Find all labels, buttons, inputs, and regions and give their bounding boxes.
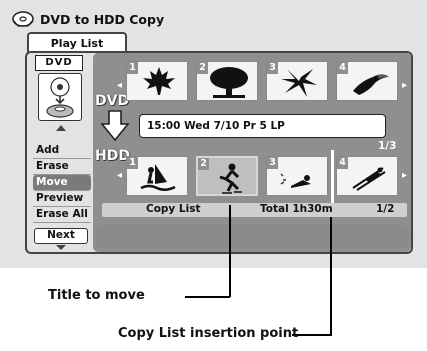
title-info-box: 15:00 Wed 7/10 Pr 5 LP [139,114,386,138]
callout-title-to-move: Title to move [48,288,145,303]
help-bar [96,225,409,248]
copy-list-bar: Copy List Total 1h30m 1/2 [102,203,407,217]
next-button[interactable]: Next [34,228,88,244]
hdd-title-thumb[interactable]: 3 [266,156,328,196]
hdd-title-thumb[interactable]: 1 [126,156,188,196]
copy-list-label: Copy List [146,203,201,215]
scroll-up-icon[interactable] [56,125,66,131]
lily-flower-icon [281,69,317,97]
callout-line-title [229,205,231,297]
menu-item-add[interactable]: Add [33,143,91,159]
swimmer-icon [280,173,311,188]
screen-title-text: DVD to HDD Copy [40,11,165,27]
skater-icon [219,163,242,194]
menu-item-preview[interactable]: Preview [33,191,91,207]
screen-title: DVD to HDD Copy [12,6,164,32]
dvd-to-hdd-icon [38,73,82,121]
operation-menu: Add Erase Move Preview Erase All [33,143,91,223]
menu-item-erase[interactable]: Erase [33,159,91,175]
dvd-badge: DVD [35,55,83,71]
maple-leaf-icon [143,67,175,95]
dvd-thumbnail-strip: 1 2 3 4 [118,61,404,103]
hdd-page-indicator: 1/2 [376,203,395,215]
callout-line-title-h [185,296,230,298]
callout-insertion-point: Copy List insertion point [118,326,299,341]
ski-jumper-icon [352,167,386,191]
dvd-page-indicator: 1/3 [378,140,397,152]
copy-down-arrow-icon [100,110,130,142]
menu-item-move[interactable]: Move [33,175,91,191]
windsurfer-icon [140,164,176,191]
dvd-title-thumb[interactable]: 3 [266,61,328,101]
scroll-down-icon[interactable] [56,245,66,250]
disc-drive-icon [12,11,34,27]
callout-line-insertion [330,217,332,335]
toucan-bird-icon [353,74,389,95]
tree-icon [210,67,248,98]
hdd-thumbnail-strip: 1 2 3 4 [118,156,404,198]
dvd-title-thumb[interactable]: 4 [336,61,398,101]
total-time-label: Total 1h30m [260,203,333,215]
menu-item-erase-all[interactable]: Erase All [33,207,91,223]
dvd-title-thumb[interactable]: 2 [196,61,258,101]
hdd-title-thumb[interactable]: 4 [336,156,398,196]
dvd-title-thumb[interactable]: 1 [126,61,188,101]
hdd-title-thumb-selected[interactable]: 2 [196,156,258,196]
